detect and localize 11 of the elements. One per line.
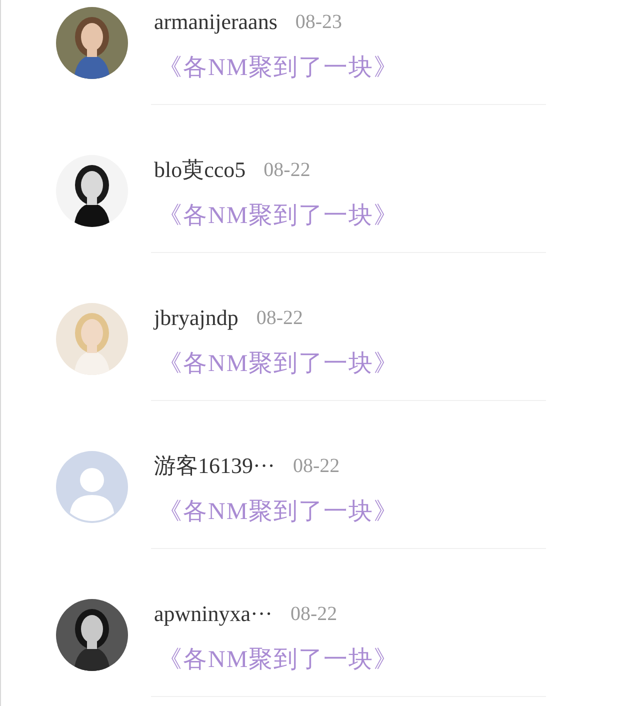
user-name[interactable]: jbryajndp (154, 305, 238, 331)
user-name[interactable]: blo萸cco5 (154, 155, 246, 185)
user-name[interactable]: 游客16139··· (154, 451, 275, 481)
user-name[interactable]: apwninyxa··· (154, 601, 273, 627)
comment-date: 08-23 (295, 10, 342, 34)
comment-date: 08-22 (292, 454, 340, 478)
comment-date: 08-22 (256, 306, 303, 330)
default-avatar-icon (56, 451, 128, 523)
comment-date: 08-22 (290, 602, 338, 626)
user-name[interactable]: armanijeraans (154, 9, 278, 35)
comment-date: 08-22 (264, 158, 310, 182)
